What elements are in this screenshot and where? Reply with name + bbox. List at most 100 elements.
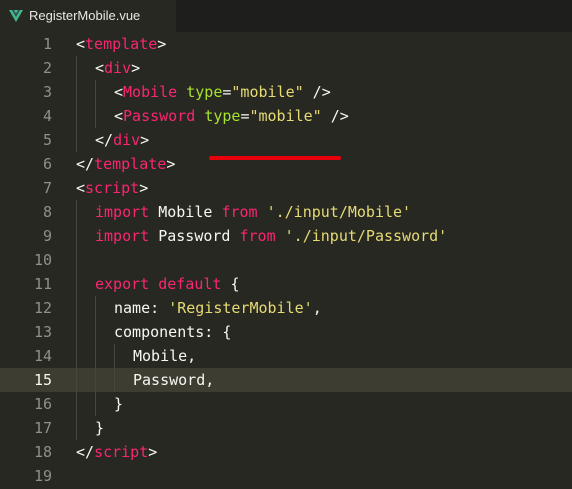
code-line: 4 <Password type="mobile" />	[0, 104, 572, 128]
indent-guide	[76, 248, 77, 272]
code-text: <Mobile type="mobile" />	[114, 80, 331, 104]
code-line: 7 <script>	[0, 176, 572, 200]
code-line: 3 <Mobile type="mobile" />	[0, 80, 572, 104]
token: <	[114, 107, 124, 125]
token: ,	[312, 299, 322, 317]
code-text: <script>	[76, 176, 148, 200]
code-line: 1 <template>	[0, 32, 572, 56]
indent-guide	[76, 104, 77, 128]
indent-guide	[76, 128, 77, 152]
indent-guide	[76, 344, 77, 368]
file-tab[interactable]: RegisterMobile.vue	[0, 0, 176, 32]
code-text: components: {	[114, 320, 231, 344]
code-text: <Password type="mobile" />	[114, 104, 349, 128]
token: type	[204, 107, 241, 125]
indent-guide	[76, 320, 77, 344]
token: />	[303, 83, 331, 101]
indent-guide	[76, 56, 77, 80]
token: type	[186, 83, 223, 101]
token: './input/Password'	[284, 227, 448, 245]
token: import	[95, 203, 150, 221]
token: Password	[149, 227, 240, 245]
code-text: <div>	[95, 56, 140, 80]
token: >	[131, 59, 141, 77]
code-text: </script>	[76, 440, 157, 464]
token: Mobile,	[133, 347, 197, 365]
code-text: name: 'RegisterMobile',	[114, 296, 322, 320]
line-number: 17	[33, 419, 52, 437]
code-line: 14 Mobile,	[0, 344, 572, 368]
indent-guide	[95, 104, 96, 128]
line-number: 12	[33, 299, 52, 317]
indent-guide	[95, 296, 96, 320]
token: }	[114, 395, 124, 413]
code-editor[interactable]: 1 <template> 2 <div> 3 <Mobile type="mob…	[0, 32, 572, 489]
token: components: {	[114, 323, 232, 341]
indent-guide	[76, 368, 77, 392]
tab-bar: RegisterMobile.vue	[0, 0, 572, 32]
token: from	[221, 203, 258, 221]
token: from	[239, 227, 276, 245]
indent-guide	[76, 224, 77, 248]
code-text: Mobile,	[133, 344, 196, 368]
token: default	[158, 275, 222, 293]
line-number: 6	[42, 155, 52, 173]
token: <	[76, 35, 86, 53]
indent-guide	[76, 200, 77, 224]
line-number: 16	[33, 395, 52, 413]
token: './input/Mobile'	[266, 203, 412, 221]
token: "mobile"	[231, 83, 304, 101]
token: {	[221, 275, 240, 293]
line-number: 13	[33, 323, 52, 341]
token: </	[76, 155, 95, 173]
token: Mobile	[149, 203, 222, 221]
token: export	[95, 275, 150, 293]
code-line: 18 </script>	[0, 440, 572, 464]
token: </	[95, 131, 114, 149]
token: >	[166, 155, 176, 173]
token: template	[94, 155, 167, 173]
line-number: 19	[33, 467, 52, 485]
token: 'RegisterMobile'	[168, 299, 313, 317]
token: </	[76, 443, 95, 461]
indent-guide	[114, 368, 115, 392]
code-text: }	[95, 416, 104, 440]
line-number: 9	[42, 227, 52, 245]
token: Password,	[133, 371, 215, 389]
token: import	[95, 227, 150, 245]
line-number: 18	[33, 443, 52, 461]
code-line: 11 export default {	[0, 272, 572, 296]
line-number: 10	[33, 251, 52, 269]
code-line: 16 }	[0, 392, 572, 416]
code-line: 5 </div>	[0, 128, 572, 152]
red-underline-annotation	[209, 156, 341, 160]
indent-guide	[76, 296, 77, 320]
token: <	[95, 59, 105, 77]
line-number: 3	[42, 83, 52, 101]
line-number: 15	[33, 371, 52, 389]
line-number: 5	[42, 131, 52, 149]
token: div	[104, 59, 132, 77]
code-text: <template>	[76, 32, 166, 56]
token: "mobile"	[249, 107, 322, 125]
token: name:	[114, 299, 169, 317]
vue-logo-icon	[9, 10, 23, 22]
token: >	[157, 35, 167, 53]
indent-guide	[76, 80, 77, 104]
code-text: }	[114, 392, 123, 416]
code-line: 9 import Password from './input/Password…	[0, 224, 572, 248]
code-line: 2 <div>	[0, 56, 572, 80]
indent-guide	[76, 392, 77, 416]
code-line: 13 components: {	[0, 320, 572, 344]
indent-guide	[76, 272, 77, 296]
code-text: Password,	[133, 368, 214, 392]
tab-label: RegisterMobile.vue	[29, 8, 141, 23]
token: >	[139, 179, 149, 197]
line-number: 2	[42, 59, 52, 77]
indent-guide	[114, 344, 115, 368]
code-text: import Mobile from './input/Mobile'	[95, 200, 411, 224]
